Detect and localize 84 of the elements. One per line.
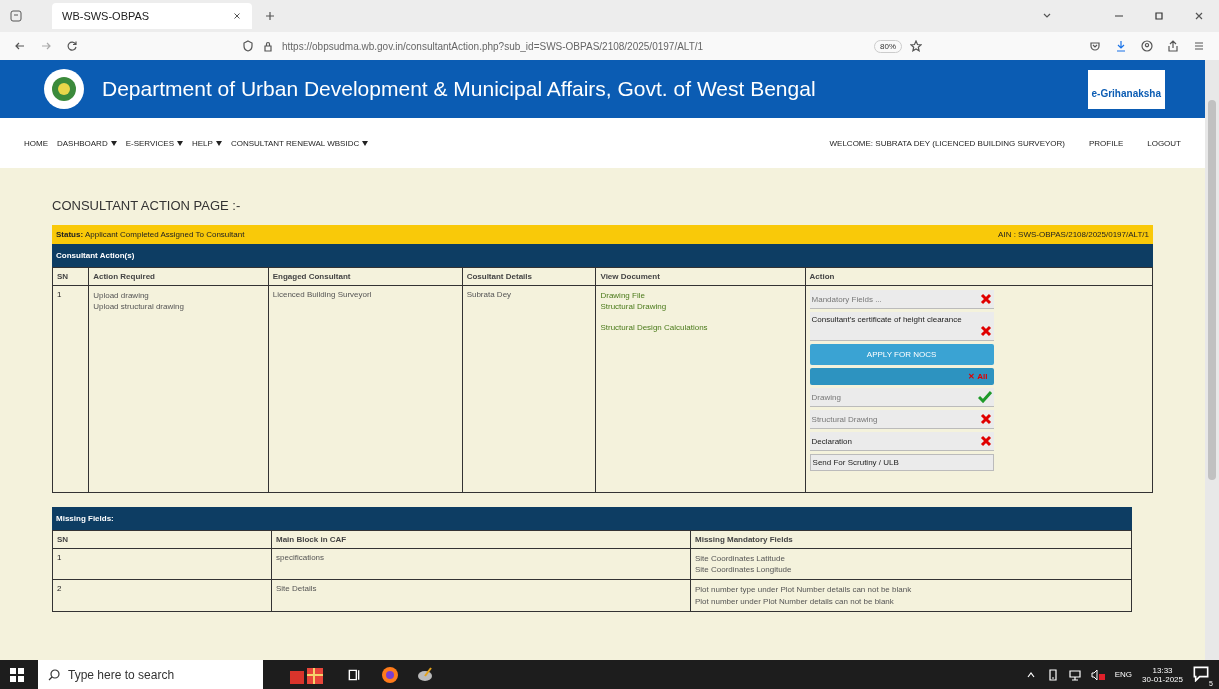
task-view-icon[interactable] [347, 667, 361, 682]
windows-start-icon[interactable] [10, 667, 24, 682]
action-status-item[interactable]: Declaration [809, 432, 994, 452]
cross-icon [979, 435, 992, 448]
account-icon[interactable] [1141, 40, 1153, 52]
dropdown-caret-icon [177, 140, 183, 146]
table-cell: 2 [52, 579, 272, 612]
table-cell-line: Plot number under Plot Number details can not be blank [695, 595, 895, 607]
table-title: Consultant Action(s) [52, 244, 1153, 267]
url-field[interactable]: https://obpsudma.wb.gov.in/consultantAction.php?sub_id=SWS-OBPAS/2108/2025/0197/ALT/1 [282, 40, 704, 52]
search-icon[interactable] [48, 668, 60, 681]
table-cell-line: Upload structural drawing [93, 301, 185, 313]
column-header: View Document [595, 267, 806, 286]
action-status-item[interactable]: Consultant's certificate of height clearance [809, 312, 994, 342]
document-link[interactable]: Structural Drawing [600, 301, 801, 313]
reload-icon[interactable] [66, 40, 78, 52]
column-header: Action [805, 267, 1153, 286]
page-title: CONSULTANT ACTION PAGE :- [52, 198, 242, 213]
table-cell-line: Site Coordinates Latitude [695, 553, 786, 565]
nav-link[interactable]: LOGOUT [1147, 138, 1181, 148]
column-header: SN [52, 267, 89, 286]
column-header: Action Required [88, 267, 269, 286]
action-status-item[interactable]: Structural Drawing [809, 410, 994, 430]
send-button[interactable]: Send For Scrutiny / ULB [809, 454, 994, 472]
table-cell-line: Plot number type under Plot Number details can not be blank [695, 584, 913, 596]
table-cell: Licenced Building Surveyorl [268, 285, 463, 493]
lock-icon[interactable] [262, 40, 274, 52]
shield-icon[interactable] [242, 40, 254, 52]
column-header: SN [52, 530, 272, 549]
document-link[interactable]: Structural Design Calculations [600, 322, 801, 334]
table-cell: 1 [52, 548, 272, 580]
restore-icon[interactable] [1153, 10, 1165, 22]
table-cell: Site Details [271, 579, 691, 612]
speaker-muted-icon[interactable] [1090, 668, 1105, 681]
language-indicator[interactable]: ENG [1114, 670, 1133, 679]
dropdown-caret-icon [362, 140, 369, 146]
taskbar-clock[interactable]: 13:33 30-01-2025 [1142, 665, 1183, 684]
browser-taskbar-icon[interactable] [381, 665, 399, 684]
new-tab-icon[interactable] [264, 10, 276, 22]
dropdown-caret-icon [215, 140, 222, 146]
nav-menu-item[interactable]: HOME [24, 138, 48, 148]
paint-taskbar-icon[interactable] [417, 666, 433, 683]
browser-tab[interactable]: WB-SWS-OBPAS [52, 3, 252, 29]
table-cell-line: Site Coordinates Longitude [695, 564, 793, 576]
scrollbar-thumb[interactable] [1208, 100, 1216, 480]
pocket-icon[interactable] [1089, 40, 1101, 52]
table-cell: 1 [52, 285, 89, 493]
table-title: Missing Fields: [52, 507, 1132, 530]
column-header: Engaged Consultant [268, 267, 463, 286]
nav-menu-item[interactable]: DASHBOARD [57, 138, 117, 148]
column-header: Missing Mandatory Fields [690, 530, 1132, 549]
download-icon[interactable] [1115, 40, 1127, 52]
document-link[interactable]: Drawing File [600, 290, 801, 302]
star-icon[interactable] [910, 40, 922, 52]
welcome-text: WELCOME: SUBRATA DEY (LICENCED BUILDING SURVEYOR) [829, 138, 1065, 148]
tab-list-icon[interactable] [10, 10, 22, 22]
column-header: Cosultant Details [462, 267, 596, 286]
close-window-icon[interactable] [1193, 10, 1205, 22]
table-cell-line: Upload drawing [93, 290, 150, 302]
status-bar: Status: Applicant Completed Assigned To Consultant AIN : SWS-OBPAS/2108/2025/0197/ALT/1 [52, 225, 1153, 244]
notifications-icon[interactable] [1193, 665, 1209, 682]
table-cell: specifications [271, 548, 691, 580]
action-status-item[interactable]: Mandatory Fields ... [809, 290, 994, 309]
logo: e-Grihanaksha [1087, 69, 1165, 109]
network-icon[interactable] [1068, 668, 1081, 681]
nav-menu-item[interactable]: E-SERVICES [125, 138, 183, 148]
cross-icon [979, 413, 992, 426]
emblem-icon [44, 69, 84, 109]
back-arrow-icon[interactable] [14, 40, 26, 52]
action-status-item[interactable]: Drawing [809, 388, 994, 408]
close-icon[interactable] [232, 11, 242, 21]
cross-icon [979, 293, 992, 305]
nav-link[interactable]: PROFILE [1089, 138, 1124, 148]
nav-menu-item[interactable]: HELP [192, 138, 222, 148]
table-cell: Subrata Dey [462, 285, 596, 493]
cross-icon [979, 325, 992, 338]
taskbar-search-field[interactable]: Type here to search [38, 660, 263, 689]
nav-menu-item[interactable]: CONSULTANT RENEWAL WBSIDC [230, 138, 369, 148]
dropdown-caret-icon [110, 140, 117, 146]
header-title: Department of Urban Development & Municipal Affairs, Govt. of West Bengal [102, 77, 816, 101]
column-header: Main Block in CAF [271, 530, 691, 549]
check-icon [977, 391, 992, 404]
tablet-icon[interactable] [1046, 668, 1059, 681]
share-icon[interactable] [1167, 40, 1179, 52]
